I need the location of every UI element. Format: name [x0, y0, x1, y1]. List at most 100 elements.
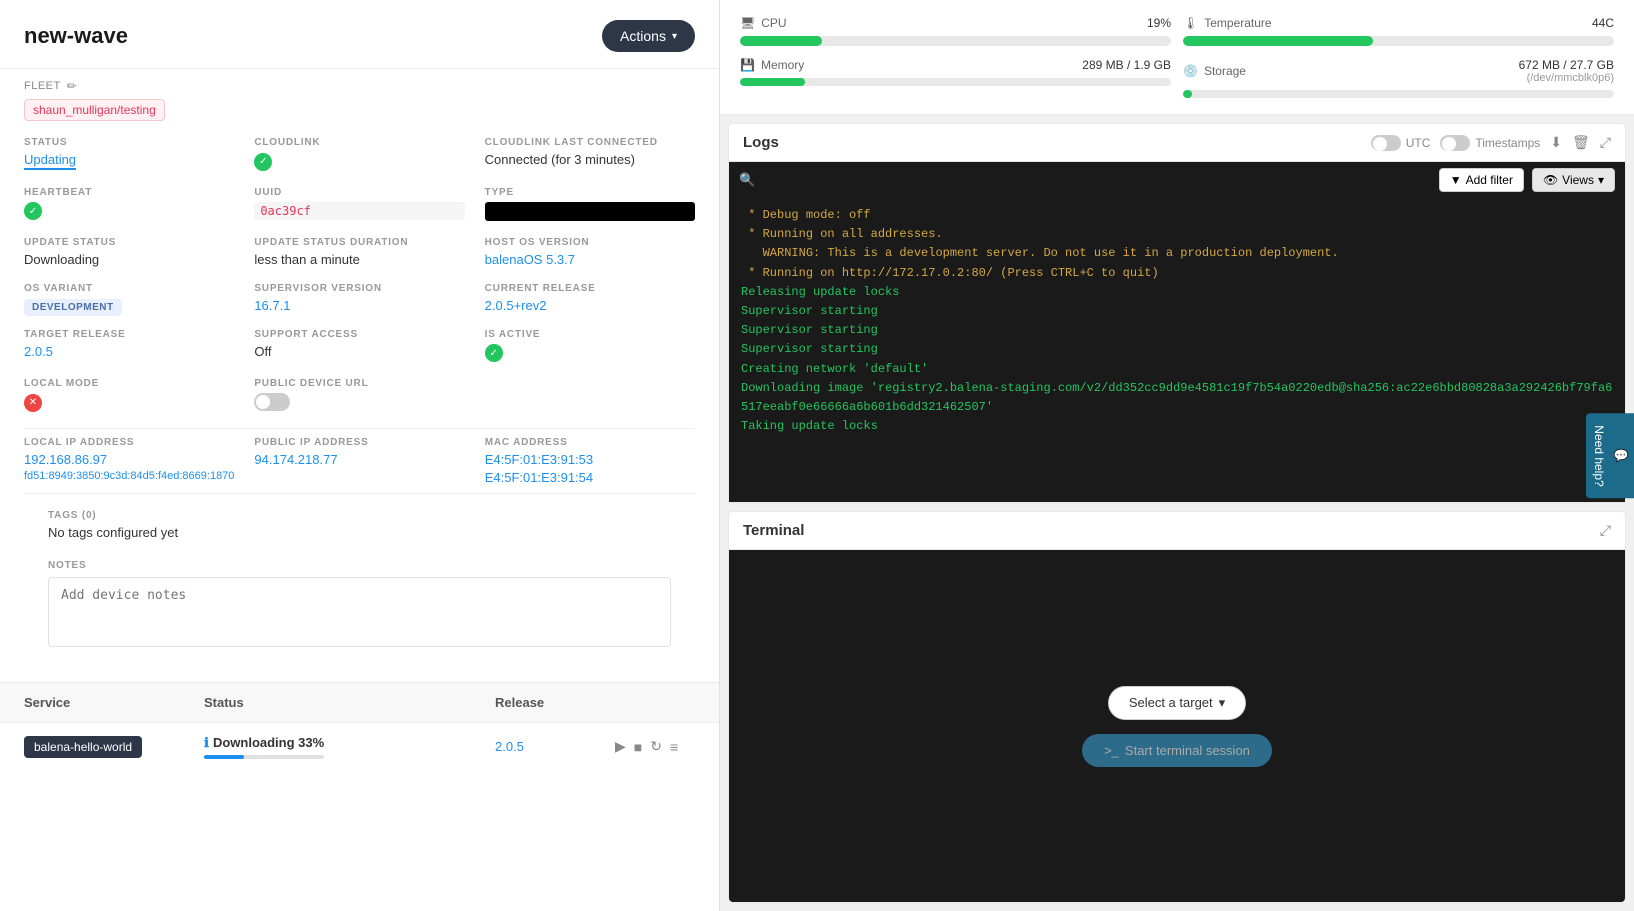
filter-icon: ▼	[1450, 173, 1462, 187]
notes-input[interactable]	[48, 577, 671, 647]
temp-label: 🌡 Temperature	[1183, 16, 1272, 30]
logs-search-input[interactable]	[763, 173, 1431, 188]
notes-section: NOTES	[24, 552, 695, 666]
cpu-progress-track	[740, 36, 1171, 46]
service-release: 2.0.5	[495, 739, 615, 754]
edit-icon[interactable]: ✏	[67, 79, 78, 93]
current-release-item: CURRENT RELEASE 2.0.5+rev2	[485, 283, 695, 313]
update-duration-item: UPDATE STATUS DURATION less than a minut…	[254, 237, 464, 267]
temp-progress-track	[1183, 36, 1614, 46]
service-status: ℹ Downloading 33%	[204, 735, 495, 759]
mac-label: MAC ADDRESS	[485, 437, 695, 448]
expand-icon[interactable]: ⤢	[1600, 134, 1611, 151]
temp-progress-fill	[1183, 36, 1373, 46]
memory-label: 💾 Memory	[740, 58, 804, 72]
restart-icon[interactable]: ↻	[650, 738, 662, 755]
notes-label: NOTES	[48, 560, 671, 571]
journal-icon[interactable]: ≡	[670, 739, 678, 755]
logs-search-bar: 🔍 ▼ Add filter 👁 Views ▾	[729, 162, 1625, 198]
update-status-label: UPDATE STATUS	[24, 237, 234, 248]
current-release-value[interactable]: 2.0.5+rev2	[485, 298, 695, 313]
device-title: new-wave	[24, 23, 128, 49]
mac-item: MAC ADDRESS E4:5F:01:E3:91:53 E4:5F:01:E…	[485, 437, 695, 485]
log-line: * Debug mode: off	[741, 206, 1613, 225]
local-ip-value[interactable]: 192.168.86.97	[24, 452, 234, 467]
uuid-item: UUID 0ac39cf	[254, 187, 464, 221]
temp-stat: 🌡 Temperature 44C	[1183, 16, 1614, 46]
storage-progress-fill	[1183, 90, 1192, 98]
timestamps-toggle-label: Timestamps	[1440, 135, 1540, 151]
ip-grid: LOCAL IP ADDRESS 192.168.86.97 fd51:8949…	[24, 437, 695, 485]
views-chevron-icon: ▾	[1598, 173, 1604, 187]
select-target-label: Select a target	[1129, 695, 1213, 710]
tags-label: TAGS (0)	[48, 510, 671, 521]
terminal-header: Terminal ⤢	[729, 512, 1625, 550]
local-ip-item: LOCAL IP ADDRESS 192.168.86.97 fd51:8949…	[24, 437, 234, 485]
add-filter-button[interactable]: ▼ Add filter	[1439, 168, 1524, 192]
service-badge: balena-hello-world	[24, 736, 142, 758]
start-terminal-button[interactable]: >_ Start terminal session	[1082, 734, 1272, 767]
local-mode-label: LOCAL MODE	[24, 378, 234, 389]
download-icon[interactable]: ⬇	[1550, 134, 1562, 151]
stats-panel: 🖥 CPU 19% 🌡 Temperature 44C	[720, 0, 1634, 115]
uuid-label: UUID	[254, 187, 464, 198]
terminal-expand-icon[interactable]: ⤢	[1600, 522, 1611, 539]
progress-fill	[204, 755, 244, 759]
play-icon[interactable]: ▶	[615, 738, 626, 755]
cpu-progress-fill	[740, 36, 822, 46]
memory-stat: 💾 Memory 289 MB / 1.9 GB	[740, 58, 1171, 98]
logs-panel: Logs UTC Timestamps ⬇ 🗑 ⤢ 🔍 ▼ Add fi	[728, 123, 1626, 503]
utc-toggle[interactable]	[1371, 135, 1401, 151]
col-release: Release	[495, 695, 615, 710]
storage-label: 💿 Storage	[1183, 64, 1246, 78]
target-release-label: TARGET RELEASE	[24, 329, 234, 340]
table-row: balena-hello-world ℹ Downloading 33% 2.0…	[0, 722, 719, 771]
logs-body: * Debug mode: off * Running on all addre…	[729, 198, 1625, 502]
help-tab[interactable]: 💬 Need help?	[1586, 413, 1634, 498]
public-device-toggle	[254, 393, 464, 411]
storage-sublabel: (/dev/mmcblk0p6)	[1519, 72, 1614, 84]
services-header: Service Status Release	[0, 683, 719, 722]
temp-value: 44C	[1592, 16, 1614, 30]
local-ip2-value[interactable]: fd51:8949:3850:9c3d:84d5:f4ed:8669:1870	[24, 470, 234, 482]
cloudlink-value: ✓	[254, 152, 464, 171]
public-ip-item: PUBLIC IP ADDRESS 94.174.218.77	[254, 437, 464, 485]
utc-toggle-label: UTC	[1371, 135, 1431, 151]
local-mode-value: ✕	[24, 393, 234, 412]
is-active-label: IS ACTIVE	[485, 329, 695, 340]
temp-icon: 🌡	[1183, 16, 1198, 30]
service-actions: ▶ ■ ↻ ≡	[615, 738, 695, 755]
select-target-button[interactable]: Select a target ▾	[1108, 686, 1246, 720]
heartbeat-item: HEARTBEAT ✓	[24, 187, 234, 221]
public-device-toggle-switch[interactable]	[254, 393, 290, 411]
select-target-chevron-icon: ▾	[1219, 695, 1226, 711]
views-button[interactable]: 👁 Views ▾	[1532, 168, 1615, 192]
timestamps-toggle[interactable]	[1440, 135, 1470, 151]
is-active-item: IS ACTIVE ✓	[485, 329, 695, 363]
is-active-check-icon: ✓	[485, 344, 503, 362]
mac1-value[interactable]: E4:5F:01:E3:91:53	[485, 452, 695, 467]
fleet-badge[interactable]: shaun_mulligan/testing	[24, 99, 165, 121]
update-duration-value: less than a minute	[254, 252, 464, 267]
status-item: STATUS Updating	[24, 137, 234, 171]
public-ip-value[interactable]: 94.174.218.77	[254, 452, 464, 467]
host-os-value[interactable]: balenaOS 5.3.7	[485, 252, 695, 267]
uuid-value: 0ac39cf	[254, 202, 464, 220]
service-release-value[interactable]: 2.0.5	[495, 739, 524, 754]
service-name: balena-hello-world	[24, 736, 204, 758]
mac2-value[interactable]: E4:5F:01:E3:91:54	[485, 470, 695, 485]
update-status-value: Downloading	[24, 252, 234, 267]
os-variant-item: OS VARIANT DEVELOPMENT	[24, 283, 234, 313]
support-access-label: SUPPORT ACCESS	[254, 329, 464, 340]
log-line: Supervisor starting	[741, 321, 1613, 340]
target-release-value[interactable]: 2.0.5	[24, 344, 234, 359]
current-release-label: CURRENT RELEASE	[485, 283, 695, 294]
os-variant-value: DEVELOPMENT	[24, 298, 234, 313]
type-item: TYPE	[485, 187, 695, 221]
actions-button[interactable]: Actions ▾	[602, 20, 695, 52]
stop-icon[interactable]: ■	[634, 739, 642, 755]
memory-value: 289 MB / 1.9 GB	[1082, 58, 1171, 72]
device-header: new-wave Actions ▾	[0, 0, 719, 69]
trash-icon[interactable]: 🗑	[1572, 134, 1590, 151]
supervisor-value[interactable]: 16.7.1	[254, 298, 464, 313]
